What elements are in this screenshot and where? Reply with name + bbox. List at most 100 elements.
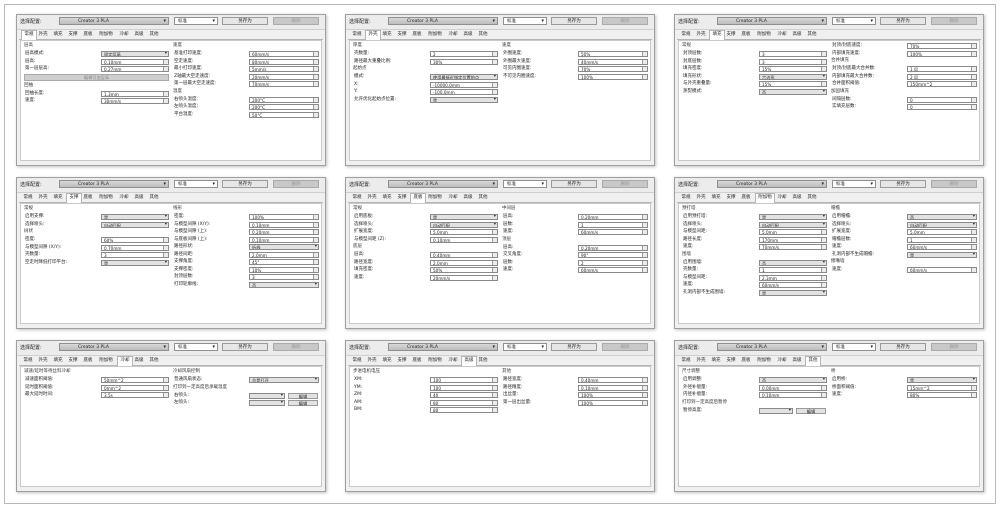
setting-dropdown[interactable]: 是 <box>430 214 498 220</box>
tab-9[interactable]: 其他 <box>476 31 490 39</box>
tab-9[interactable]: 其他 <box>147 31 161 39</box>
printer-select[interactable]: Creator 3 PLA <box>717 17 827 25</box>
setting-spinbox[interactable]: 30mm/s <box>101 98 169 104</box>
save-as-button[interactable]: 另存为 <box>222 343 268 351</box>
setting-spinbox[interactable]: 1 <box>907 236 977 243</box>
setting-spinbox[interactable]: 0.27mm <box>101 66 169 72</box>
tab-2[interactable]: 外壳 <box>694 31 708 39</box>
setting-spinbox[interactable]: 60mm/s <box>578 229 648 235</box>
setting-spinbox[interactable]: 0.10mm <box>578 384 648 391</box>
setting-spinbox[interactable]: 40mm/s <box>578 58 648 65</box>
setting-spinbox[interactable]: 0.40mm <box>578 377 648 383</box>
tab-5[interactable]: 底板 <box>410 31 424 39</box>
tab-2[interactable]: 外壳 <box>36 194 50 202</box>
tab-4[interactable]: 支撑 <box>395 31 409 39</box>
setting-spinbox[interactable]: 0.10mm <box>249 236 319 243</box>
tab-5[interactable]: 底板 <box>410 193 426 203</box>
setting-spinbox[interactable]: 0.20mm <box>578 214 648 220</box>
quality-select[interactable]: 标准 <box>503 17 547 25</box>
printer-select[interactable]: Creator 3 PLA <box>59 180 169 188</box>
quality-select[interactable]: 标准 <box>503 343 547 351</box>
setting-dropdown[interactable]: 自动匹配 <box>907 221 977 228</box>
setting-spinbox[interactable]: 0mm^2 <box>101 384 169 391</box>
setting-spinbox[interactable]: 2 <box>578 259 648 266</box>
tab-7[interactable]: 冷却 <box>446 194 460 202</box>
tab-4[interactable]: 支撑 <box>724 194 738 202</box>
setting-dropdown[interactable]: 否 <box>759 88 827 95</box>
setting-spinbox[interactable]: 30% <box>430 58 498 65</box>
quality-select[interactable]: 标准 <box>174 17 218 25</box>
setting-spinbox[interactable]: 60mm/s <box>907 267 977 273</box>
tab-3[interactable]: 填充 <box>51 357 65 365</box>
setting-spinbox[interactable]: 1 <box>759 267 827 273</box>
setting-spinbox[interactable]: 0.20mm <box>578 244 648 251</box>
tab-3[interactable]: 填充 <box>380 357 394 365</box>
setting-spinbox[interactable]: 50°C <box>249 111 319 118</box>
tab-8[interactable]: 高级 <box>790 194 804 202</box>
quality-select[interactable]: 标准 <box>832 17 876 25</box>
tab-2[interactable]: 外壳 <box>694 357 708 365</box>
tab-7[interactable]: 冷却 <box>117 194 131 202</box>
tab-6[interactable]: 附加物 <box>426 357 444 365</box>
setting-spinbox[interactable]: 0.00mm <box>759 384 827 391</box>
quality-select[interactable]: 标准 <box>174 180 218 188</box>
printer-select[interactable]: Creator 3 PLA <box>388 343 498 351</box>
tab-3[interactable]: 填充 <box>709 357 723 365</box>
setting-spinbox[interactable]: 50% <box>578 51 648 57</box>
setting-spinbox[interactable]: 2.0mm <box>430 259 498 266</box>
setting-dropdown[interactable]: 自动匹配 <box>759 221 827 228</box>
setting-spinbox[interactable]: 15mm^2 <box>907 384 977 391</box>
save-as-button[interactable]: 另存为 <box>222 17 268 25</box>
setting-spinbox[interactable]: 0.10mm <box>430 236 498 243</box>
edit-variable-layer-button[interactable]: 编辑可变层高 <box>24 73 169 81</box>
tab-7[interactable]: 冷却 <box>775 31 789 39</box>
delete-button[interactable]: 删除 <box>931 180 977 188</box>
setting-dropdown[interactable]: 折线 <box>249 244 319 250</box>
setting-dropdown[interactable]: 使用最接近指定位置的点 <box>430 74 498 80</box>
setting-dropdown[interactable]: 固定层高 <box>101 51 169 57</box>
setting-dropdown[interactable]: 自动匹配 <box>430 221 498 228</box>
save-as-button[interactable]: 另存为 <box>551 180 597 188</box>
setting-dropdown[interactable]: 是 <box>101 259 169 266</box>
setting-spinbox[interactable]: 0.70mm <box>101 244 169 251</box>
tab-9[interactable]: 其他 <box>805 194 819 202</box>
setting-dropdown[interactable]: 是 <box>907 251 977 258</box>
tab-6[interactable]: 附加物 <box>426 31 444 39</box>
edit-button[interactable]: 编辑 <box>288 392 318 399</box>
setting-spinbox[interactable]: 0 <box>907 96 977 103</box>
tab-7[interactable]: 冷却 <box>446 31 460 39</box>
delete-button[interactable]: 删除 <box>273 180 319 188</box>
tab-9[interactable]: 其他 <box>147 194 161 202</box>
setting-spinbox[interactable]: 100% <box>578 392 648 398</box>
tab-1[interactable]: 常规 <box>21 30 37 40</box>
tab-5[interactable]: 底板 <box>81 31 95 39</box>
setting-spinbox[interactable]: 100% <box>907 50 977 57</box>
tab-9[interactable]: 其他 <box>805 356 821 366</box>
save-as-button[interactable]: 另存为 <box>222 180 268 188</box>
tab-6[interactable]: 附加物 <box>97 31 115 39</box>
printer-select[interactable]: Creator 3 PLA <box>59 343 169 351</box>
setting-spinbox[interactable]: 60mm/s <box>249 51 319 57</box>
tab-8[interactable]: 高级 <box>461 194 475 202</box>
setting-spinbox[interactable]: 150mm^2 <box>907 81 977 87</box>
tab-3[interactable]: 填充 <box>51 194 65 202</box>
setting-spinbox[interactable]: 1 <box>578 221 648 228</box>
setting-dropdown[interactable]: 自动匹配 <box>101 221 169 228</box>
tab-5[interactable]: 底板 <box>81 194 95 202</box>
setting-spinbox[interactable]: 15% <box>759 66 827 72</box>
printer-select[interactable]: Creator 3 PLA <box>388 17 498 25</box>
setting-spinbox[interactable]: 2.0mm <box>249 251 319 258</box>
setting-spinbox[interactable]: 3 <box>101 252 169 258</box>
delete-button[interactable]: 删除 <box>273 17 319 25</box>
tab-5[interactable]: 底板 <box>739 357 753 365</box>
setting-dropdown[interactable]: 是 <box>101 214 169 220</box>
tab-2[interactable]: 外壳 <box>365 357 379 365</box>
setting-spinbox[interactable]: 100% <box>578 399 648 406</box>
setting-spinbox[interactable]: -100.0mm <box>430 89 498 95</box>
tab-2[interactable]: 外壳 <box>36 357 50 365</box>
setting-spinbox[interactable]: 90° <box>578 252 648 258</box>
setting-spinbox[interactable]: 100 <box>430 384 498 391</box>
tab-5[interactable]: 底板 <box>739 194 753 202</box>
setting-dropdown[interactable]: 否 <box>759 259 827 266</box>
tab-1[interactable]: 常规 <box>350 31 364 39</box>
